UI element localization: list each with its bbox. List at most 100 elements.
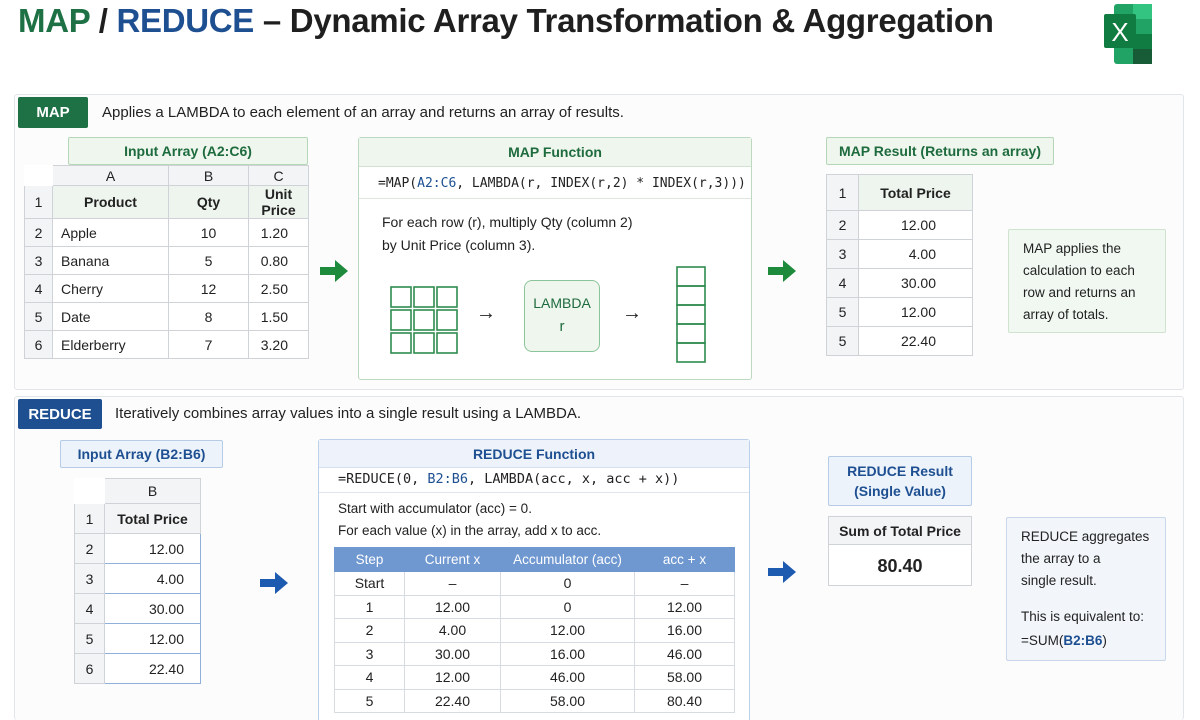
table-row: Start –0– xyxy=(334,571,735,596)
table-row: 3 30.00 16.00 46.00 xyxy=(334,641,735,666)
map-input-label: Input Array (A2:C6) xyxy=(68,137,308,165)
result-cell: 12.00 xyxy=(858,210,973,240)
map-note: MAP applies the calculation to each row … xyxy=(1008,229,1166,333)
table-row: 5 22.40 58.00 80.40 xyxy=(334,688,735,713)
steps-header: Accumulator (acc) xyxy=(500,547,635,572)
steps-header: Step xyxy=(334,547,405,572)
reduce-formula: =REDUCE(0, B2:B6, LAMBDA(acc, x, acc + x… xyxy=(338,471,680,487)
reduce-input-grid: B 1 Total Price 2 12.00 3 4.00 4 30.00 5 12.… xyxy=(74,478,201,684)
row-number: 5 xyxy=(826,326,859,356)
row-number: 2 xyxy=(24,218,53,247)
row-number: 3 xyxy=(24,246,53,275)
qty-cell: 10 xyxy=(168,218,249,247)
arrow-right-icon xyxy=(768,260,796,282)
row-number: 2 xyxy=(74,533,105,564)
flow-arrow-icon: → xyxy=(476,302,496,324)
row-number: 4 xyxy=(826,268,859,298)
map-result-grid: 1 Total Price 2 12.00 3 4.00 4 30.00 5 12.00… xyxy=(826,174,973,356)
product-cell: Cherry xyxy=(52,274,169,303)
qty-cell: 5 xyxy=(168,246,249,275)
product-cell: Apple xyxy=(52,218,169,247)
price-cell: 1.20 xyxy=(248,218,309,247)
column-letter: B xyxy=(168,165,249,186)
value-cell: 12.00 xyxy=(104,533,201,564)
reduce-explanation-2: For each value (x) in the array, add x t… xyxy=(338,523,602,538)
reduce-explanation-1: Start with accumulator (acc) = 0. xyxy=(338,501,532,516)
arrow-right-icon xyxy=(320,260,348,282)
lambda-param: r xyxy=(559,318,565,335)
reduce-note: REDUCE aggregates the array to a single … xyxy=(1006,517,1166,661)
table-row: 2 4.00 12.00 16.00 xyxy=(334,618,735,643)
reduce-tag: REDUCE xyxy=(18,399,102,429)
price-cell: 1.50 xyxy=(248,302,309,331)
price-cell: 0.80 xyxy=(248,246,309,275)
row-number: 1 xyxy=(826,174,859,211)
row-number: 1 xyxy=(74,503,105,534)
reduce-description: Iteratively combines array values into a… xyxy=(115,405,582,422)
table-row: 1 12.00 0 12.00 xyxy=(334,594,735,619)
reduce-input-label: Input Array (B2:B6) xyxy=(60,440,223,468)
row-number: 5 xyxy=(74,623,105,654)
row-number: 4 xyxy=(74,593,105,624)
value-cell: 4.00 xyxy=(104,563,201,594)
column-letter: B xyxy=(104,478,201,504)
header-cell: Product xyxy=(52,185,169,219)
steps-header: acc + x xyxy=(634,547,735,572)
lambda-box xyxy=(524,280,600,352)
row-number: 4 xyxy=(24,274,53,303)
map-input-grid: A B C 1 Product Qty Unit Price 2 Apple 1… xyxy=(24,165,309,359)
result-cell: 12.00 xyxy=(858,297,973,327)
row-number: 6 xyxy=(74,653,105,684)
value-cell: 12.00 xyxy=(104,623,201,654)
input-grid-icon xyxy=(390,286,458,354)
row-number: 3 xyxy=(74,563,105,594)
page-title: MAP / REDUCE – Dynamic Array Transformat… xyxy=(18,2,994,39)
result-cell: 30.00 xyxy=(858,268,973,298)
flow-arrow-icon: → xyxy=(622,302,642,324)
row-number: 6 xyxy=(24,330,53,359)
header-cell: Unit Price xyxy=(248,185,309,219)
map-explanation-1: For each row (r), multiply Qty (column 2… xyxy=(382,214,633,230)
column-letter: C xyxy=(248,165,309,186)
row-number: 5 xyxy=(826,297,859,327)
row-number: 3 xyxy=(826,239,859,269)
header-cell: Total Price xyxy=(858,174,973,211)
header-cell: Total Price xyxy=(104,503,201,534)
reduce-result-label: REDUCE Result (Single Value) xyxy=(828,456,972,506)
arrow-right-icon xyxy=(768,561,796,583)
qty-cell: 12 xyxy=(168,274,249,303)
product-cell: Date xyxy=(52,302,169,331)
product-cell: Elderberry xyxy=(52,330,169,359)
result-cell: 22.40 xyxy=(858,326,973,356)
value-cell: 22.40 xyxy=(104,653,201,684)
reduce-result-value: 80.40 xyxy=(877,556,923,576)
result-cell: 4.00 xyxy=(858,239,973,269)
svg-text:X: X xyxy=(1111,17,1128,47)
price-cell: 2.50 xyxy=(248,274,309,303)
row-number: 5 xyxy=(24,302,53,331)
table-row: 4 12.00 46.00 58.00 xyxy=(334,665,735,690)
map-result-label: MAP Result (Returns an array) xyxy=(826,137,1054,165)
map-tag: MAP xyxy=(18,97,88,128)
row-number: 2 xyxy=(826,210,859,240)
row-number: 1 xyxy=(24,185,53,219)
map-function-title: MAP Function xyxy=(508,144,602,160)
excel-logo-icon: X xyxy=(1104,4,1152,64)
price-cell: 3.20 xyxy=(248,330,309,359)
map-description: Applies a LAMBDA to each element of an a… xyxy=(102,104,624,121)
product-cell: Banana xyxy=(52,246,169,275)
map-explanation-2: by Unit Price (column 3). xyxy=(382,237,536,253)
output-column-icon xyxy=(676,266,706,363)
reduce-steps-table: Step Current x Accumulator (acc) acc + x… xyxy=(334,547,735,713)
qty-cell: 7 xyxy=(168,330,249,359)
reduce-function-title: REDUCE Function xyxy=(472,446,596,462)
reduce-result-header: Sum of Total Price xyxy=(829,517,971,545)
qty-cell: 8 xyxy=(168,302,249,331)
header-cell: Qty xyxy=(168,185,249,219)
steps-header: Current x xyxy=(404,547,501,572)
map-formula: =MAP(A2:C6, LAMBDA(r, INDEX(r,2) * INDEX… xyxy=(378,176,746,191)
column-letter: A xyxy=(52,165,169,186)
lambda-label: LAMBDA xyxy=(533,295,591,311)
value-cell: 30.00 xyxy=(104,593,201,624)
arrow-right-icon xyxy=(260,572,288,594)
